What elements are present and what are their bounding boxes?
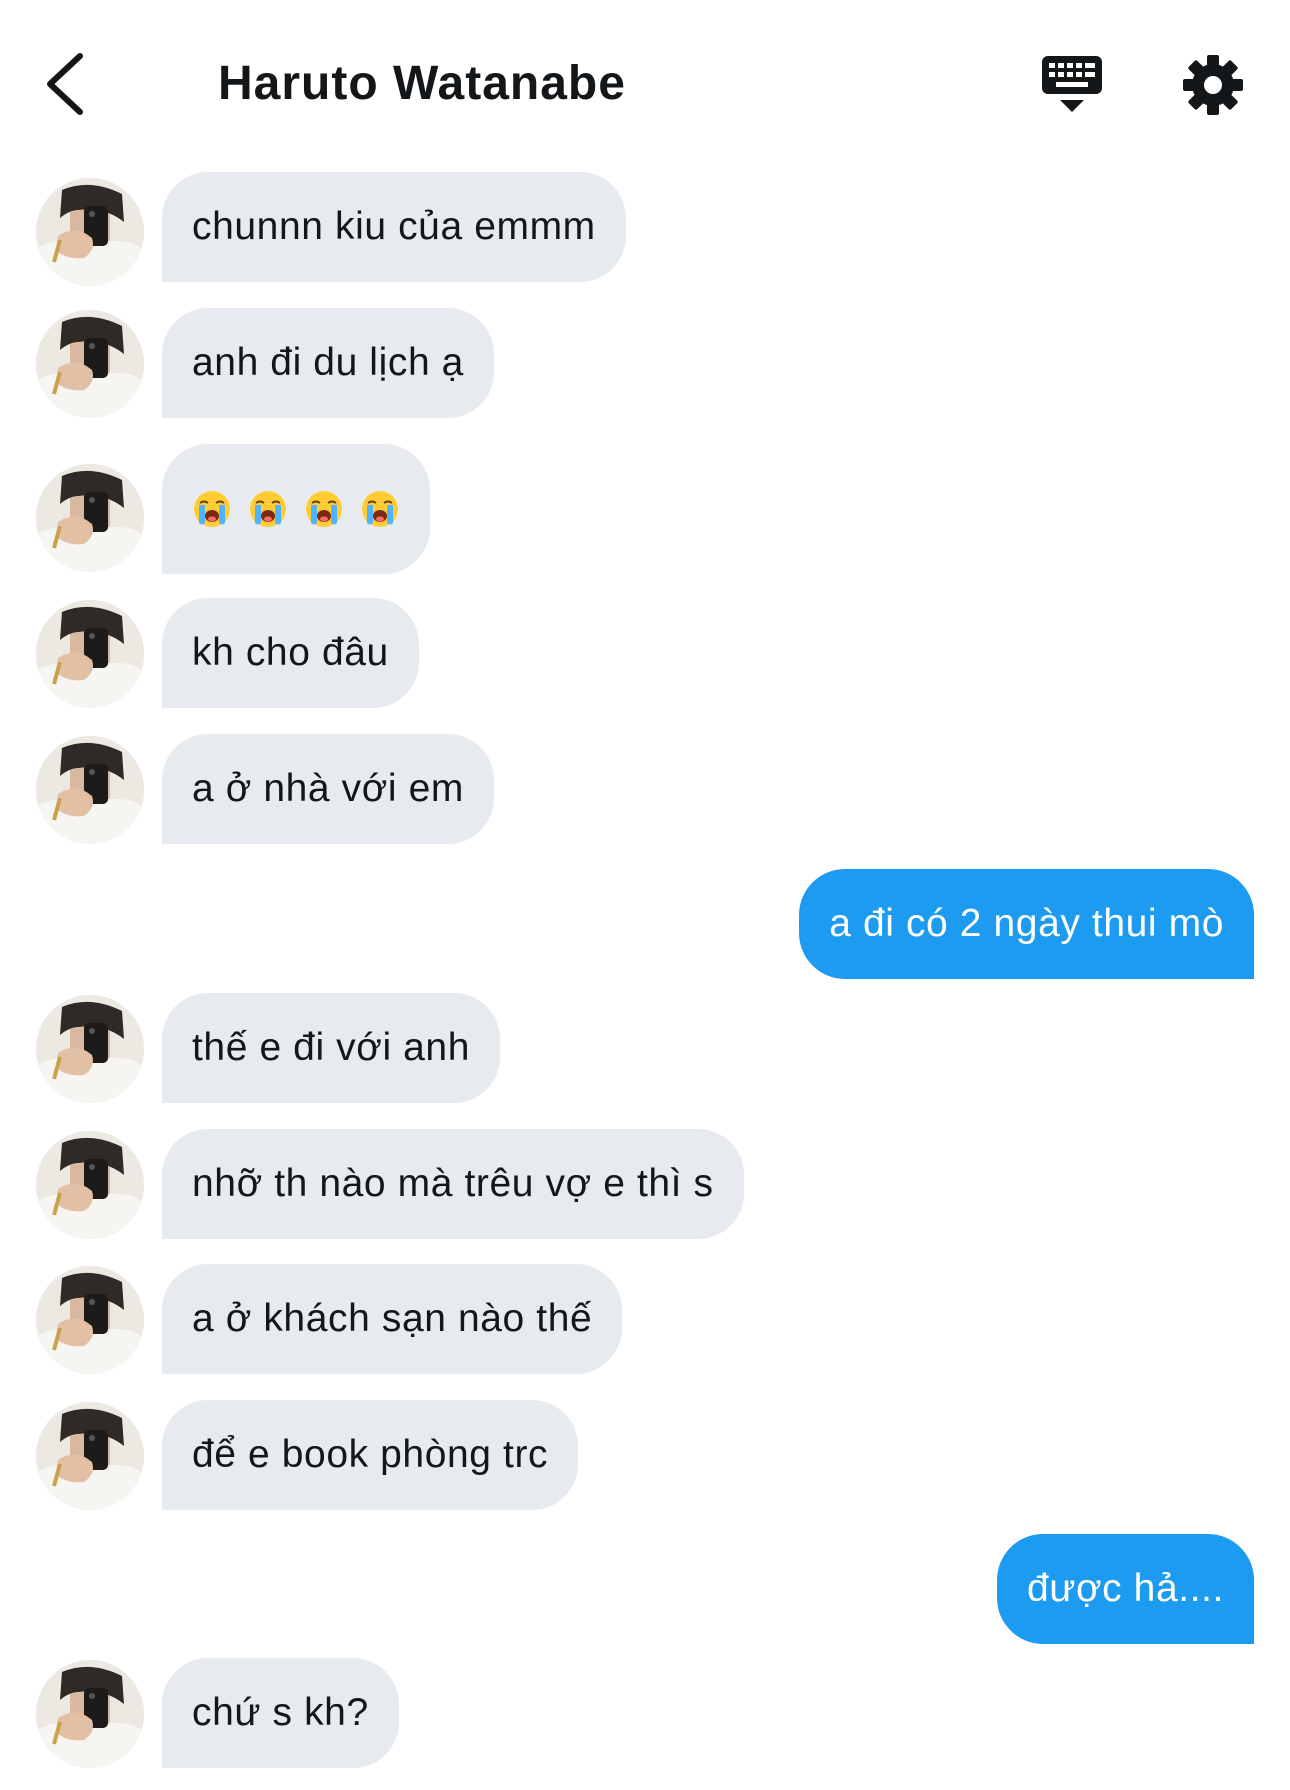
message-bubble[interactable]: được hả.... (996, 1534, 1254, 1644)
message-incoming: a ở nhà với em (0, 734, 1290, 844)
avatar-image (36, 464, 144, 572)
chevron-left-icon (47, 53, 83, 115)
avatar[interactable] (36, 1660, 144, 1768)
message-bubble[interactable]: thế e đi với anh (162, 993, 501, 1103)
message-bubble[interactable]: chunnn kiu của emmm (162, 172, 626, 282)
avatar[interactable] (36, 1266, 144, 1374)
message-bubble[interactable]: nhỡ th nào mà trêu vợ e thì s (162, 1129, 744, 1239)
avatar[interactable] (36, 600, 144, 708)
message-bubble[interactable]: kh cho đâu (162, 598, 419, 708)
settings-button[interactable] (1182, 54, 1244, 116)
message-bubble[interactable]: a ở nhà với em (162, 734, 494, 844)
message-outgoing: a đi có 2 ngày thui mò (0, 869, 1290, 979)
conversation-title: Haruto Watanabe (218, 57, 626, 110)
avatar[interactable] (36, 1402, 144, 1510)
loudly-crying-face-icon (304, 489, 344, 529)
gear-icon (1183, 55, 1243, 115)
message-incoming: nhỡ th nào mà trêu vợ e thì s (0, 1129, 1290, 1239)
avatar-image (36, 1266, 144, 1374)
message-bubble[interactable]: a đi có 2 ngày thui mò (799, 869, 1254, 979)
message-bubble[interactable]: a ở khách sạn nào thế (162, 1264, 623, 1374)
avatar-image (36, 995, 144, 1103)
avatar[interactable] (36, 995, 144, 1103)
message-bubble[interactable]: để e book phòng trc (162, 1400, 579, 1510)
message-incoming: chunnn kiu của emmm (0, 172, 1290, 286)
keyboard-button[interactable] (1040, 52, 1104, 118)
message-incoming: thế e đi với anh (0, 993, 1290, 1103)
avatar[interactable] (36, 464, 144, 572)
avatar-image (36, 310, 144, 418)
message-incoming: chứ s kh? (0, 1658, 1290, 1768)
avatar-image (36, 1131, 144, 1239)
message-bubble[interactable]: chứ s kh? (162, 1658, 399, 1768)
message-incoming: anh đi du lịch ạ (0, 308, 1290, 418)
emoji-row (192, 489, 400, 529)
message-incoming: kh cho đâu (0, 598, 1290, 708)
message-incoming (0, 444, 1290, 574)
message-bubble[interactable]: anh đi du lịch ạ (162, 308, 494, 418)
avatar[interactable] (36, 736, 144, 844)
conversation-header: Haruto Watanabe (0, 0, 1290, 160)
avatar[interactable] (36, 178, 144, 286)
avatar-image (36, 600, 144, 708)
message-list[interactable]: chunnn kiu của emmm anh đi du lịch ạ kh … (0, 160, 1290, 1790)
avatar-image (36, 1402, 144, 1510)
message-incoming: để e book phòng trc (0, 1400, 1290, 1510)
avatar-image (36, 178, 144, 286)
back-button[interactable] (40, 48, 90, 120)
message-incoming: a ở khách sạn nào thế (0, 1264, 1290, 1374)
message-bubble[interactable] (162, 444, 430, 574)
avatar-image (36, 1660, 144, 1768)
loudly-crying-face-icon (360, 489, 400, 529)
message-outgoing: được hả.... (0, 1534, 1290, 1644)
avatar-image (36, 736, 144, 844)
loudly-crying-face-icon (192, 489, 232, 529)
loudly-crying-face-icon (248, 489, 288, 529)
keyboard-icon (1042, 56, 1102, 112)
avatar[interactable] (36, 1131, 144, 1239)
avatar[interactable] (36, 310, 144, 418)
